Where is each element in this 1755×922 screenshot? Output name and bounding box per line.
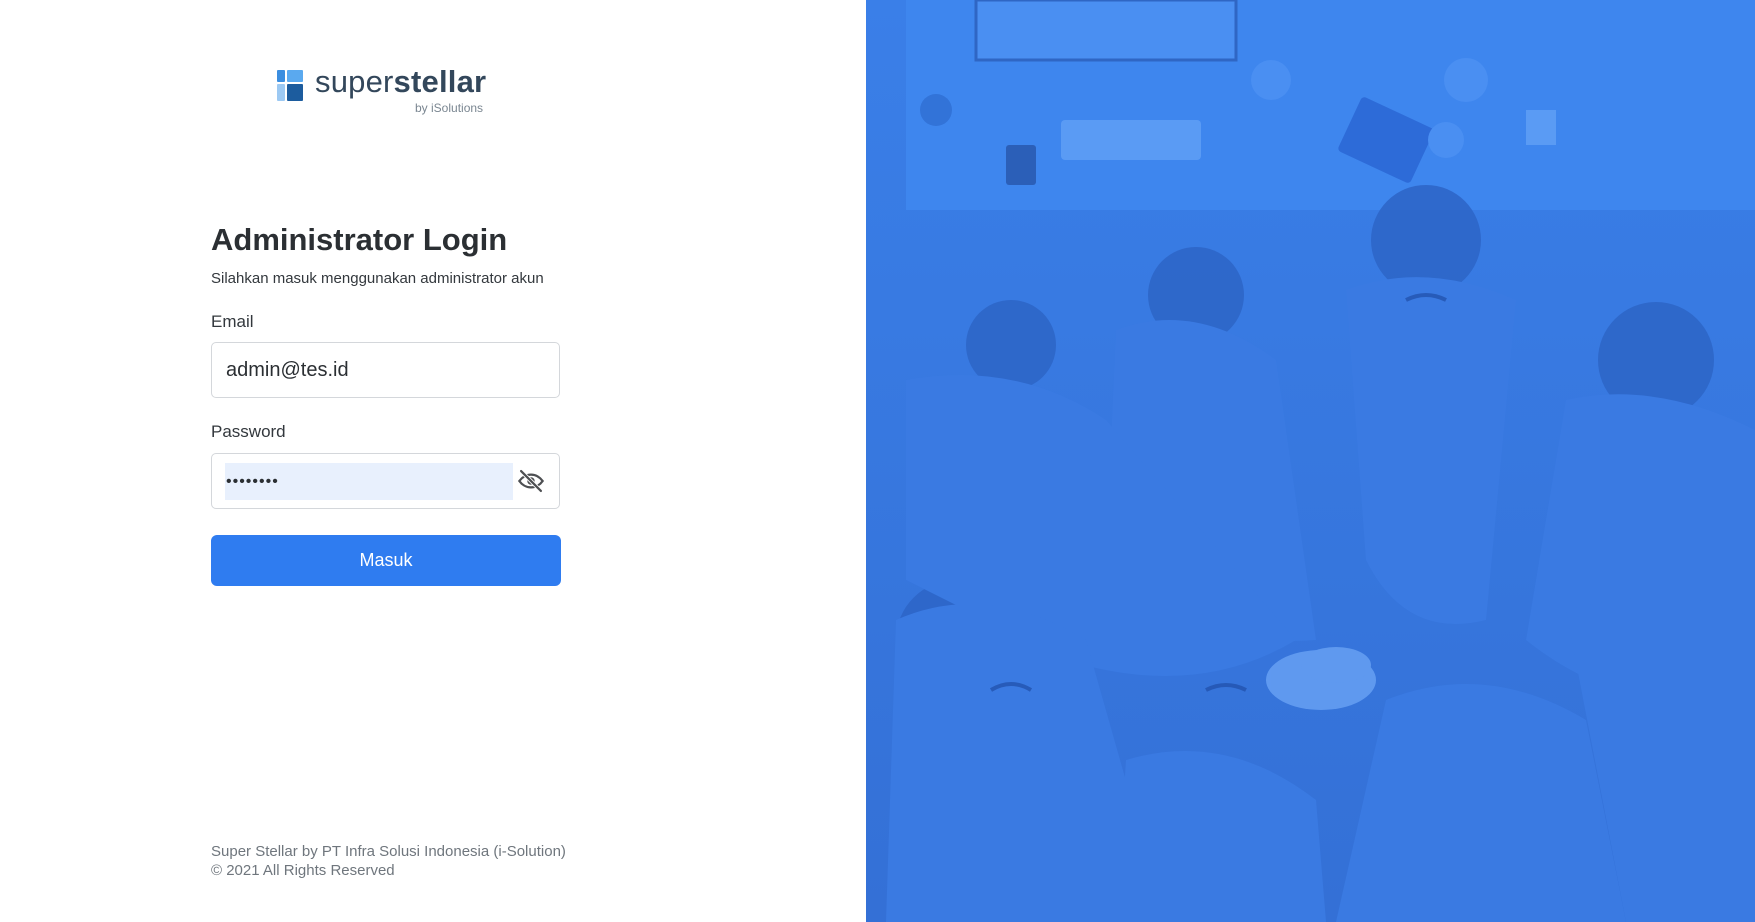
page-title: Administrator Login: [211, 222, 508, 257]
brand-wordmark: superstellar: [315, 64, 486, 100]
email-input[interactable]: [226, 343, 546, 397]
submit-button[interactable]: Masuk: [211, 535, 561, 586]
password-input[interactable]: [226, 463, 510, 500]
login-panel: superstellar by iSolutions Administrator…: [0, 0, 866, 922]
footer-copyright: © 2021 All Rights Reserved: [211, 862, 395, 879]
team-photo-image: [866, 0, 1755, 922]
footer-company: Super Stellar by PT Infra Solusi Indones…: [211, 843, 566, 860]
footer: Super Stellar by PT Infra Solusi Indones…: [211, 842, 566, 880]
email-field[interactable]: [211, 342, 560, 398]
password-label: Password: [211, 422, 286, 441]
eye-off-icon[interactable]: [516, 467, 546, 495]
password-field[interactable]: [211, 453, 560, 509]
brand-name-bold: stellar: [393, 64, 487, 99]
brand-logo: superstellar by iSolutions: [277, 64, 499, 120]
email-label: Email: [211, 312, 254, 331]
login-page: superstellar by iSolutions Administrator…: [0, 0, 1755, 922]
page-subtitle: Silahkan masuk menggunakan administrator…: [211, 270, 544, 287]
brand-name-light: super: [315, 64, 394, 99]
brand-byline: by iSolutions: [415, 101, 484, 115]
logo-mark-icon: [277, 70, 305, 102]
hero-image-panel: [866, 0, 1755, 922]
